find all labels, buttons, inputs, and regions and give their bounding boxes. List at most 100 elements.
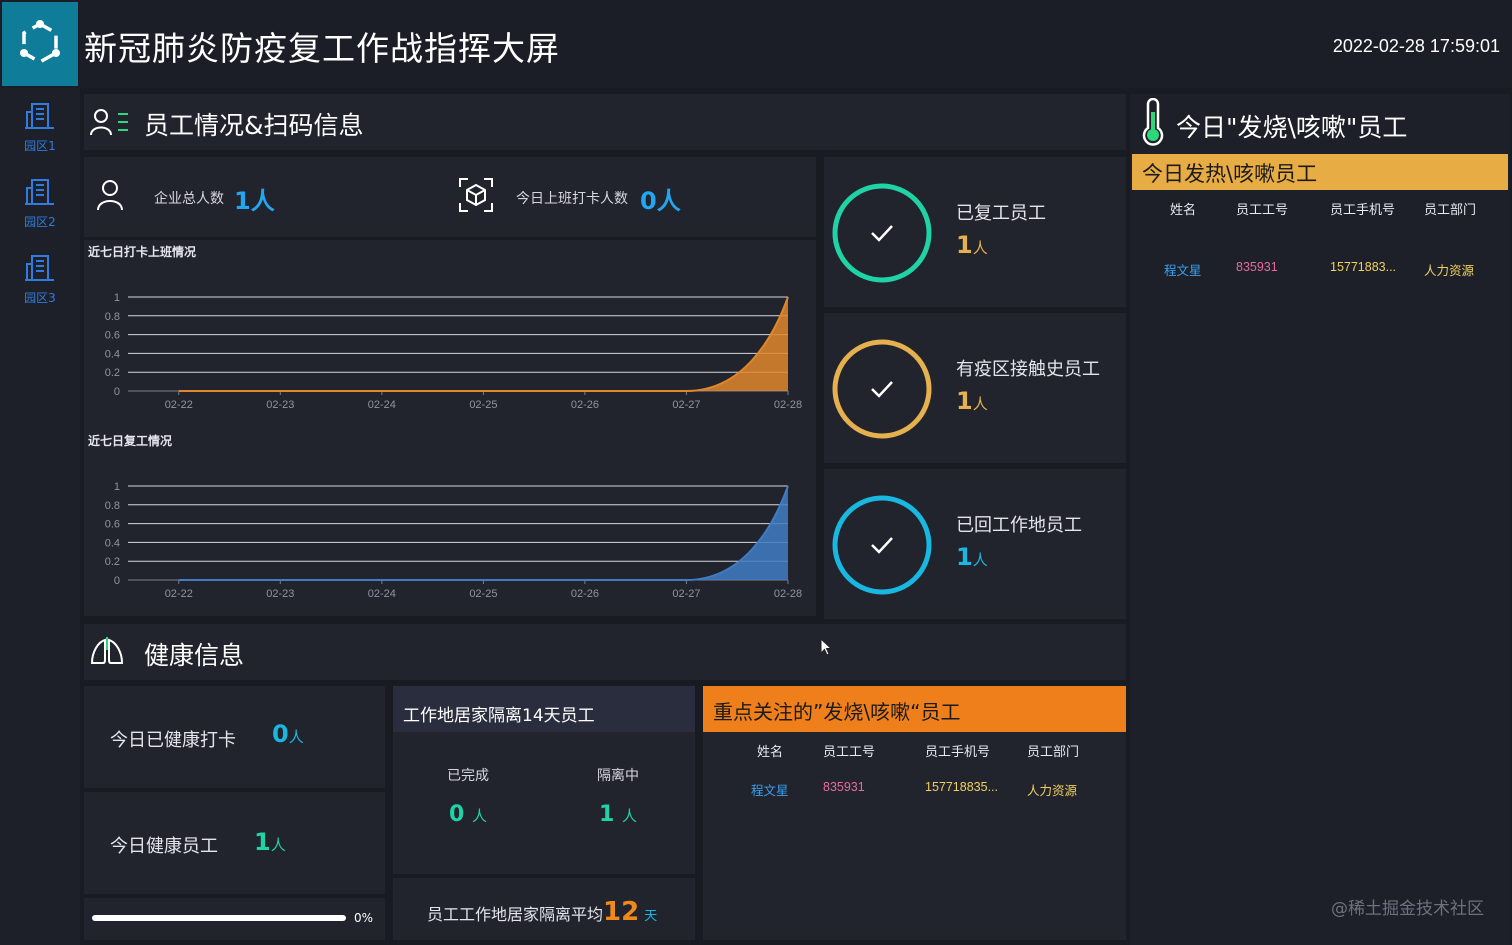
quarantine-header: 工作地居家隔离14天员工 bbox=[393, 686, 695, 732]
cell-dept: 人力资源 bbox=[1027, 784, 1078, 798]
focus-panel: 重点关注的”发烧\咳嗽“员工 姓名 员工工号 员工手机号 员工部门 程文星 83… bbox=[703, 686, 1126, 940]
healthy-employees-value: 1人 bbox=[254, 828, 286, 856]
y-tick-label: 1 bbox=[114, 481, 120, 493]
quarantine-ongoing-value: 1 人 bbox=[599, 802, 637, 827]
x-tick-label: 02-24 bbox=[368, 588, 396, 600]
building-icon bbox=[25, 179, 54, 205]
lungs-icon bbox=[90, 637, 124, 664]
scan-code-icon bbox=[459, 178, 493, 212]
x-tick-label: 02-26 bbox=[571, 588, 599, 600]
y-tick-label: 0.8 bbox=[105, 311, 120, 323]
y-tick-label: 0.4 bbox=[105, 537, 120, 549]
x-tick-label: 02-22 bbox=[165, 399, 193, 411]
x-tick-label: 02-23 bbox=[266, 399, 294, 411]
health-checkin-label: 今日已健康打卡 bbox=[110, 730, 236, 751]
status-card-back-to-workplace: 已回工作地员工 1人 bbox=[824, 469, 1126, 619]
x-tick-label: 02-27 bbox=[672, 588, 700, 600]
sidebar-item-park3[interactable]: 园区3 bbox=[0, 252, 80, 306]
series-line-2 bbox=[178, 485, 789, 581]
status-card-label: 已复工员工 bbox=[956, 203, 1046, 224]
quarantine-average-card: 员工工作地居家隔离平均12 天 bbox=[393, 878, 695, 940]
health-section-header: 健康信息 bbox=[84, 624, 1126, 680]
checkin-count-label: 今日上班打卡人数 bbox=[516, 191, 628, 207]
mouse-cursor-icon bbox=[820, 638, 833, 656]
person-list-icon bbox=[90, 109, 128, 136]
quarantine-done-label: 已完成 bbox=[447, 768, 489, 784]
column-header: 姓名 bbox=[1170, 203, 1197, 218]
area-fill-1 bbox=[178, 297, 788, 391]
datetime-display: 2022-02-28 17:59:01 bbox=[1332, 36, 1500, 56]
sidebar-item-park1[interactable]: 园区1 bbox=[0, 100, 80, 154]
column-header: 员工手机号 bbox=[1330, 203, 1396, 218]
status-card-value: 1人 bbox=[956, 387, 988, 415]
total-employees-label: 企业总人数 bbox=[154, 191, 224, 207]
health-progress-card: 0% bbox=[84, 898, 385, 940]
health-checkin-value: 0人 bbox=[272, 720, 304, 748]
health-progress-text: 0% bbox=[354, 911, 374, 925]
fever-panel-title: 今日"发烧\咳嗽"员工 bbox=[1176, 113, 1408, 142]
health-checkin-card: 今日已健康打卡 0人 bbox=[84, 686, 385, 788]
quarantine-ongoing-label: 隔离中 bbox=[597, 768, 639, 784]
x-tick-label: 02-24 bbox=[368, 399, 396, 411]
person-icon bbox=[97, 180, 123, 211]
x-tick-label: 02-27 bbox=[672, 399, 700, 411]
area-fill-2 bbox=[178, 486, 788, 580]
checkin-count-value: 0人 bbox=[640, 187, 681, 215]
status-card-label: 已回工作地员工 bbox=[956, 515, 1082, 536]
x-tick-label: 02-28 bbox=[774, 399, 802, 411]
series-line-1 bbox=[178, 296, 789, 392]
building-icon bbox=[25, 103, 54, 129]
status-card-label: 有疫区接触史员工 bbox=[956, 359, 1100, 380]
fever-panel: 今日"发烧\咳嗽"员工 今日发热\咳嗽员工 姓名 员工工号 员工手机号 员工部门… bbox=[1130, 94, 1510, 945]
x-tick-label: 02-22 bbox=[165, 588, 193, 600]
page-title: 新冠肺炎防疫复工作战指挥大屏 bbox=[84, 29, 560, 68]
fever-subtitle-bar: 今日发热\咳嗽员工 bbox=[1132, 154, 1508, 190]
charts-panel: 近七日打卡上班情况 0 0.2 0.4 0.6 0.8 1 02-22 02-23 02-24 0… bbox=[84, 240, 816, 616]
app-logo[interactable] bbox=[2, 2, 78, 86]
y-tick-label: 1 bbox=[114, 292, 120, 304]
y-tick-label: 0.2 bbox=[105, 367, 120, 379]
cell-id: 835931 bbox=[1236, 260, 1278, 274]
column-header: 员工手机号 bbox=[925, 745, 991, 760]
cell-id: 835931 bbox=[823, 780, 865, 794]
thermometer-icon bbox=[1142, 98, 1164, 146]
status-card-epidemic-contact: 有疫区接触史员工 1人 bbox=[824, 313, 1126, 463]
sidebar: 园区1 园区2 园区3 bbox=[0, 88, 80, 945]
sidebar-item-label: 园区3 bbox=[24, 291, 56, 305]
top-header: 新冠肺炎防疫复工作战指挥大屏 2022-02-28 17:59:01 bbox=[0, 0, 1512, 88]
y-tick-label: 0.6 bbox=[105, 519, 120, 531]
column-header: 员工工号 bbox=[1236, 203, 1289, 218]
y-tick-label: 0.8 bbox=[105, 500, 120, 512]
cell-phone: 157718835... bbox=[925, 780, 998, 794]
y-tick-label: 0.2 bbox=[105, 556, 120, 568]
employee-section-header: 员工情况&扫码信息 bbox=[84, 94, 1126, 150]
x-tick-label: 02-23 bbox=[266, 588, 294, 600]
x-tick-label: 02-26 bbox=[571, 399, 599, 411]
health-section-title: 健康信息 bbox=[144, 641, 245, 670]
check-circle-icon bbox=[832, 183, 932, 283]
watermark: @稀土掘金技术社区 bbox=[1331, 899, 1484, 919]
building-icon bbox=[25, 255, 54, 281]
status-card-returned: 已复工员工 1人 bbox=[824, 157, 1126, 307]
employee-stats: 企业总人数 1人 今日上班打卡人数 0人 bbox=[84, 157, 816, 237]
quarantine-done-value: 0 人 bbox=[449, 802, 487, 827]
cell-dept: 人力资源 bbox=[1424, 264, 1475, 278]
x-tick-label: 02-25 bbox=[469, 588, 497, 600]
y-tick-label: 0 bbox=[114, 386, 120, 398]
column-header: 员工部门 bbox=[1027, 745, 1080, 760]
column-header: 员工工号 bbox=[823, 745, 876, 760]
sidebar-item-park2[interactable]: 园区2 bbox=[0, 176, 80, 230]
focus-panel-title: 重点关注的”发烧\咳嗽“员工 bbox=[713, 700, 961, 724]
logo-icon bbox=[20, 20, 60, 65]
check-circle-icon bbox=[832, 339, 932, 439]
sidebar-item-label: 园区1 bbox=[24, 139, 56, 153]
cell-phone: 15771883... bbox=[1330, 260, 1397, 274]
y-tick-label: 0 bbox=[114, 575, 120, 587]
focus-panel-header: 重点关注的”发烧\咳嗽“员工 bbox=[703, 686, 1126, 732]
employee-section-title: 员工情况&扫码信息 bbox=[144, 111, 364, 140]
healthy-employees-card: 今日健康员工 1人 bbox=[84, 792, 385, 894]
quarantine-card: 工作地居家隔离14天员工 已完成 0 人 隔离中 1 人 bbox=[393, 686, 695, 874]
y-tick-label: 0.4 bbox=[105, 348, 120, 360]
x-tick-label: 02-28 bbox=[774, 588, 802, 600]
checkin-area-chart: 0 0.2 0.4 0.6 0.8 1 02-22 02-23 02-24 02-25 02-26 0… bbox=[105, 292, 802, 411]
